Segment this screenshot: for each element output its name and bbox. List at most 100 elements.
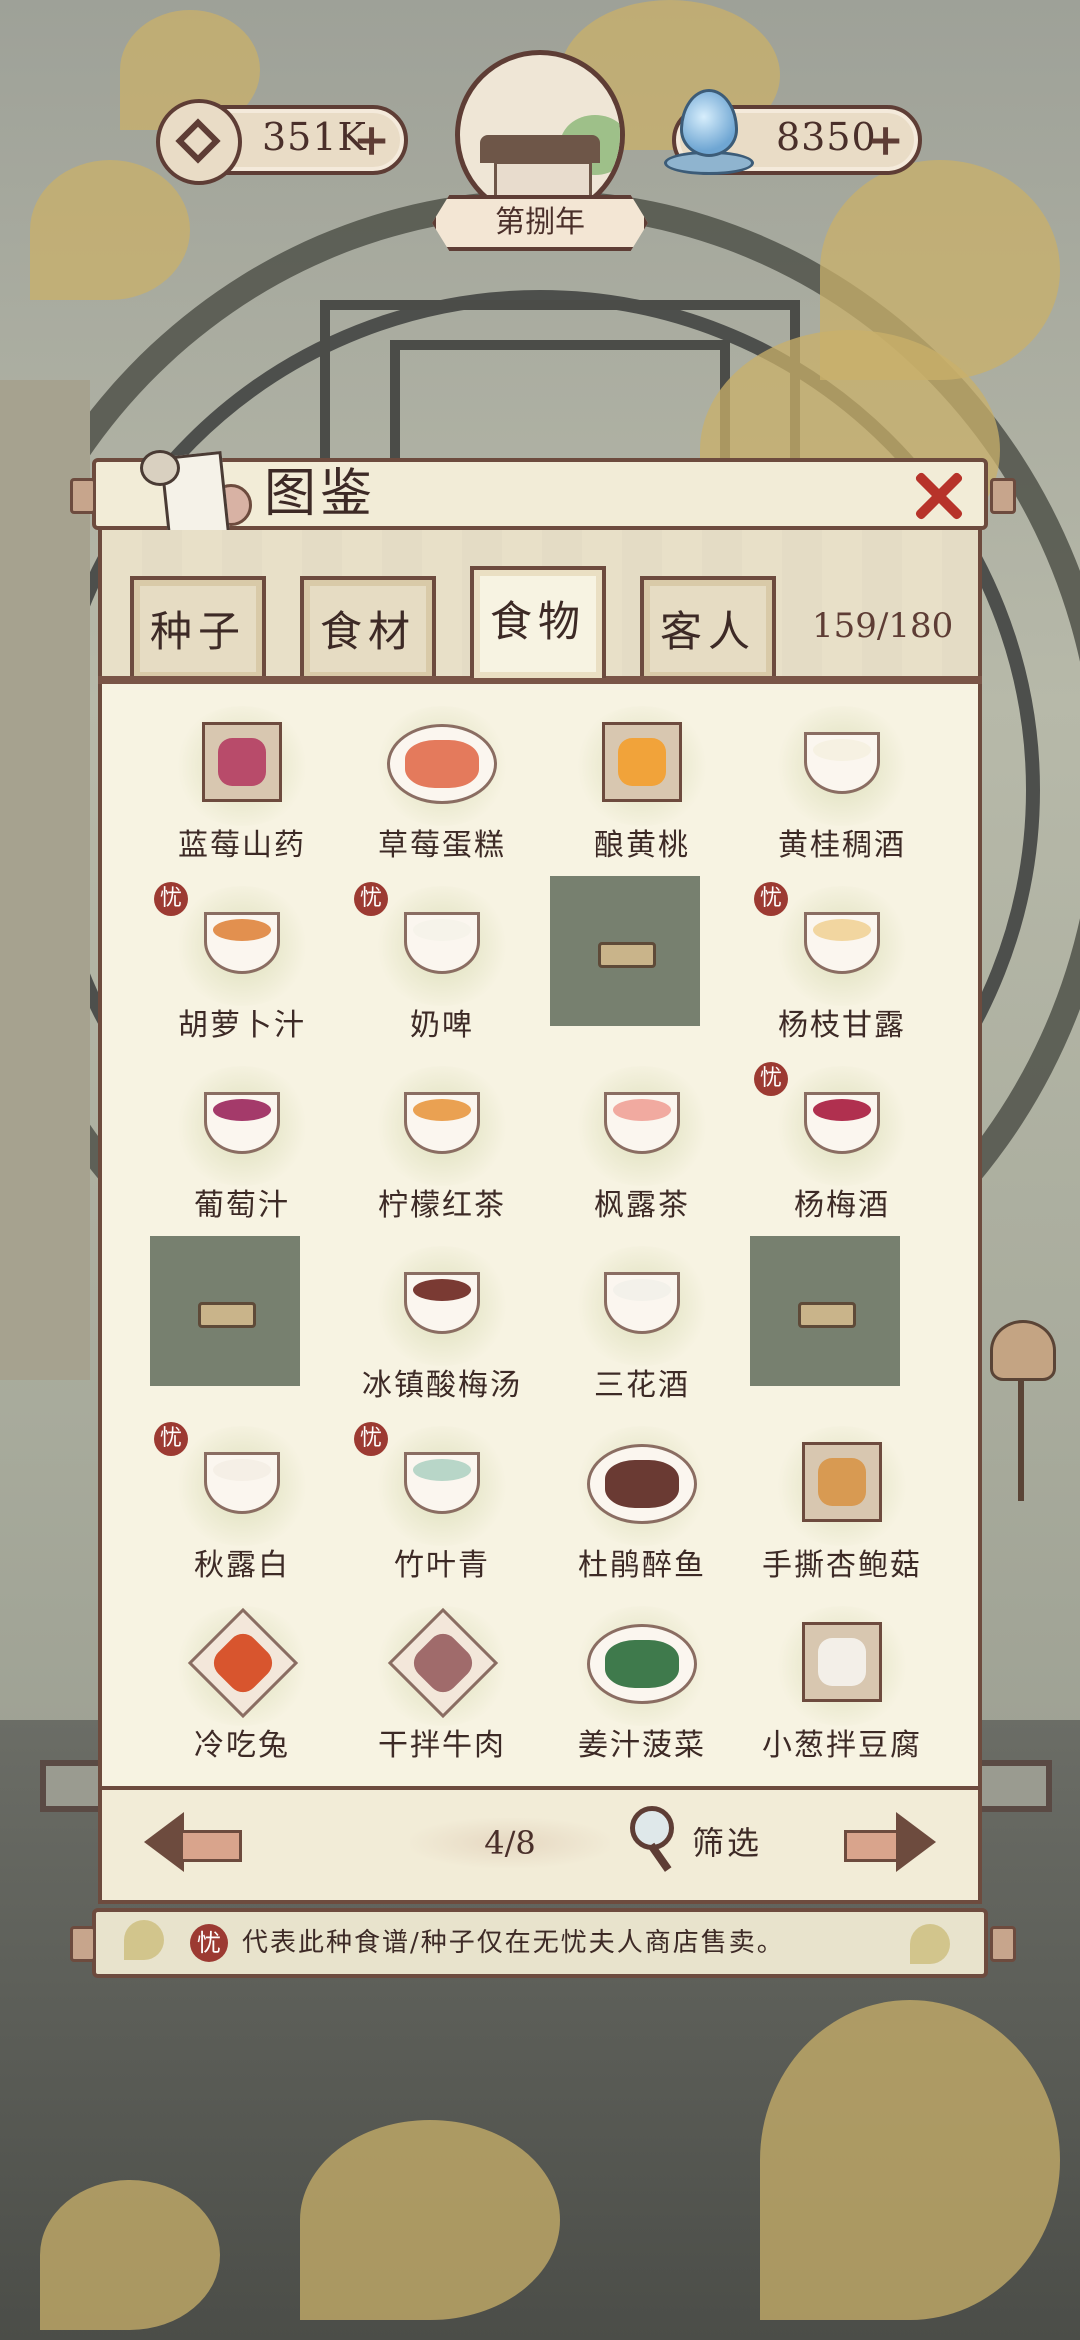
box-dish-icon (802, 1622, 882, 1702)
recipe-item[interactable]: 枫露茶 (542, 1056, 742, 1236)
locked-recipe-slot[interactable] (542, 876, 742, 1056)
add-coins-button[interactable]: + (353, 117, 390, 165)
note-text: 代表此种食谱/种子仅在无忧夫人商店售卖。 (242, 1928, 785, 1958)
tab-guests[interactable]: 客人 (640, 576, 776, 678)
recipe-item[interactable]: 手撕杏鲍菇 (742, 1416, 942, 1596)
exclusive-seal-icon: 忧 (154, 882, 188, 916)
filter-label: 筛选 (692, 1824, 763, 1862)
bowl-dish-icon (804, 732, 880, 794)
exclusive-seal-icon: 忧 (754, 1062, 788, 1096)
bowl-dish-icon (604, 1272, 680, 1334)
recipe-item[interactable]: 蓝莓山药 (142, 696, 342, 876)
tab-food[interactable]: 食物 (470, 566, 606, 678)
recipe-item[interactable]: 杨梅酒 忧 (742, 1056, 942, 1236)
recipe-name: 奶啤 (410, 1008, 474, 1043)
exclusive-seal-icon: 忧 (190, 1924, 228, 1962)
recipe-item[interactable]: 胡萝卜汁忧 (142, 876, 342, 1056)
year-emblem[interactable]: 第捌年 (430, 50, 650, 260)
collection-count: 159/180 (812, 606, 954, 646)
magnifier-icon (630, 1806, 674, 1850)
coin-icon (156, 99, 242, 185)
recipe-item[interactable]: 三花酒 (542, 1236, 742, 1416)
bowl-dish-icon (204, 1452, 280, 1514)
ginkgo-leaf-icon (124, 1920, 164, 1960)
recipe-item[interactable]: 葡萄汁 (142, 1056, 342, 1236)
locked-recipe-slot[interactable] (142, 1236, 342, 1416)
add-water-button[interactable]: + (867, 117, 904, 165)
locked-slot-icon (550, 876, 700, 1026)
exclusive-seal-icon: 忧 (754, 882, 788, 916)
recipe-item[interactable]: 杨枝甘露 忧 (742, 876, 942, 1056)
exclusive-seal-icon: 忧 (354, 1422, 388, 1456)
water-drop-icon (662, 81, 754, 181)
locked-slot-icon (150, 1236, 300, 1386)
bowl-dish-icon (404, 1272, 480, 1334)
ginkgo-leaf-icon (300, 2120, 560, 2320)
tab-ingredients[interactable]: 食材 (300, 576, 436, 678)
next-page-button[interactable] (844, 1812, 936, 1872)
recipe-name: 手撕杏鲍菇 (762, 1548, 922, 1583)
recipe-item[interactable]: 姜汁菠菜 (542, 1596, 742, 1776)
ginkgo-leaf-icon (40, 2180, 220, 2330)
recipe-name: 小葱拌豆腐 (762, 1728, 922, 1763)
page-indicator: 4/8 (410, 1818, 610, 1868)
plate-dish-icon (387, 724, 497, 804)
ginkgo-leaf-icon (910, 1924, 950, 1964)
box-dish-icon (202, 722, 282, 802)
bowl-dish-icon (404, 912, 480, 974)
recipe-item[interactable]: 秋露白忧 (142, 1416, 342, 1596)
recipe-item[interactable]: 杜鹃醉鱼 (542, 1416, 742, 1596)
left-wall (0, 380, 90, 1380)
prev-page-button[interactable] (144, 1812, 242, 1872)
scroll-rod (990, 478, 1016, 514)
scroll-icon (130, 450, 252, 544)
recipe-item[interactable]: 草莓蛋糕 (342, 696, 542, 876)
recipe-item[interactable]: 柠檬红茶 (342, 1056, 542, 1236)
bowl-dish-icon (404, 1092, 480, 1154)
filter-button[interactable]: 筛选 (630, 1806, 790, 1876)
recipe-item[interactable]: 奶啤 忧 (342, 876, 542, 1056)
water-counter[interactable]: 8350 + (664, 89, 922, 175)
arrow-left-icon (144, 1812, 184, 1872)
tab-seeds[interactable]: 种子 (130, 576, 266, 678)
bowl-dish-icon (404, 1452, 480, 1514)
plate-dish-icon (587, 1444, 697, 1524)
locked-slot-icon (750, 1236, 900, 1386)
recipe-name: 杨枝甘露 (778, 1008, 906, 1043)
close-button[interactable] (910, 468, 966, 524)
recipe-item[interactable]: 干拌牛肉 (342, 1596, 542, 1776)
box-dish-icon (802, 1442, 882, 1522)
box-dish-icon (602, 722, 682, 802)
exclusive-seal-icon: 忧 (354, 882, 388, 916)
scroll-rod (70, 1926, 96, 1962)
panel-title: 图鉴 (264, 464, 377, 524)
courtyard-icon (455, 50, 625, 220)
recipe-item[interactable]: 小葱拌豆腐 (742, 1596, 942, 1776)
bowl-dish-icon (604, 1092, 680, 1154)
ginkgo-leaf-icon (760, 2000, 1060, 2320)
recipe-name: 杨梅酒 (794, 1188, 890, 1223)
plate-dish-icon (587, 1624, 697, 1704)
arrow-right-icon (896, 1812, 936, 1872)
lotus-lamp-icon (990, 1320, 1060, 1501)
locked-recipe-slot[interactable] (742, 1236, 942, 1416)
recipe-item[interactable]: 冰镇酸梅汤 (342, 1236, 542, 1416)
bowl-dish-icon (204, 1092, 280, 1154)
year-label: 第捌年 (432, 195, 648, 251)
scroll-rod (70, 478, 96, 514)
recipe-item[interactable]: 冷吃兔 (142, 1596, 342, 1776)
item-grid: 蓝莓山药 草莓蛋糕 酿黄桃 黄桂稠酒 胡萝卜汁忧奶啤忧杨枝甘露忧葡萄汁 柠檬红茶 枫露茶 杨梅… (102, 684, 978, 1786)
bowl-dish-icon (804, 912, 880, 974)
recipe-item[interactable]: 黄桂稠酒 (742, 696, 942, 876)
recipe-item[interactable]: 酿黄桃 (542, 696, 742, 876)
water-value: 8350 (776, 115, 877, 159)
coin-value: 351K (262, 115, 367, 159)
recipe-name: 三花酒 (594, 1368, 690, 1403)
bowl-dish-icon (804, 1092, 880, 1154)
ginkgo-leaf-icon (30, 160, 190, 300)
bowl-dish-icon (204, 912, 280, 974)
recipe-name: 黄桂稠酒 (778, 828, 906, 863)
scroll-rod (990, 1926, 1016, 1962)
recipe-item[interactable]: 竹叶青忧 (342, 1416, 542, 1596)
coin-counter[interactable]: 351K + (156, 99, 408, 185)
